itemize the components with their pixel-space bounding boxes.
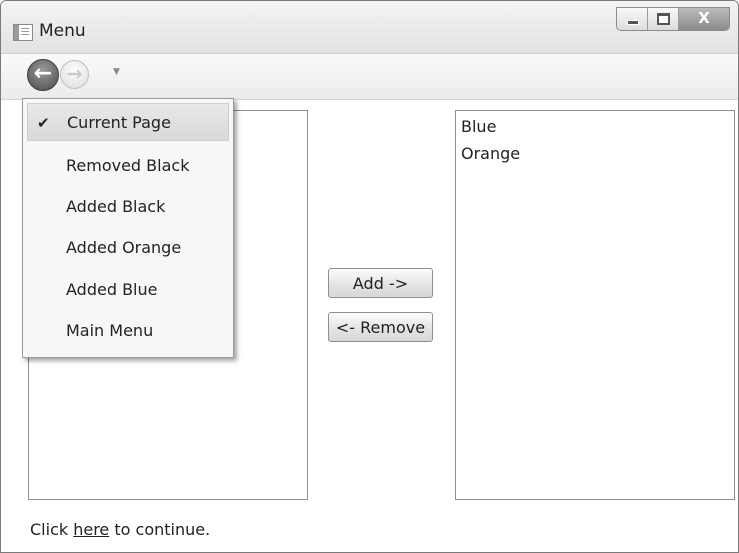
list-item-blue[interactable]: Blue (461, 117, 496, 136)
history-dropdown-icon[interactable]: ▼ (113, 67, 120, 77)
menu-item-added-orange[interactable]: Added Orange (27, 229, 229, 267)
menu-item-label: Removed Black (66, 156, 190, 175)
navigation-bar (1, 54, 738, 100)
continue-link[interactable]: here (73, 520, 109, 539)
menu-item-current-page[interactable]: ✔ Current Page (27, 103, 229, 141)
window-icon (13, 24, 33, 41)
forward-button[interactable]: → (60, 60, 89, 89)
menu-item-label: Current Page (67, 113, 171, 132)
menu-item-label: Added Blue (66, 280, 158, 299)
close-icon: X (698, 9, 710, 27)
maximize-icon (657, 13, 670, 25)
checkmark-icon: ✔ (37, 114, 50, 132)
back-arrow-icon: ← (33, 61, 53, 86)
minimize-button[interactable] (617, 8, 648, 30)
add-button[interactable]: Add -> (328, 268, 433, 298)
selected-colors-list[interactable]: Blue Orange (455, 110, 735, 500)
menu-item-added-black[interactable]: Added Black (27, 188, 229, 226)
window-title: Menu (39, 21, 86, 41)
menu-item-added-blue[interactable]: Added Blue (27, 271, 229, 309)
status-prefix: Click (30, 520, 74, 539)
navigation-history-menu: ✔ Current Page Removed Black Added Black… (22, 98, 234, 358)
close-button[interactable]: X (679, 8, 729, 30)
menu-item-removed-black[interactable]: Removed Black (27, 147, 229, 185)
menu-item-label: Added Black (66, 197, 166, 216)
remove-button[interactable]: <- Remove (328, 312, 433, 342)
window-controls: X (616, 7, 730, 31)
menu-item-main-menu[interactable]: Main Menu (27, 312, 229, 350)
minimize-icon (627, 20, 639, 25)
forward-arrow-icon: → (66, 63, 83, 85)
status-text: Click here to continue. (30, 520, 210, 539)
status-suffix: to continue. (109, 520, 211, 539)
list-item-orange[interactable]: Orange (461, 144, 520, 163)
menu-item-label: Main Menu (66, 321, 154, 340)
maximize-button[interactable] (648, 8, 679, 30)
back-button[interactable]: ← (27, 59, 59, 91)
title-bar: Menu X (1, 1, 738, 54)
menu-item-label: Added Orange (66, 238, 182, 257)
app-window: Menu X ← → ▼ Blue Orange Add -> <- Remov… (0, 0, 739, 553)
